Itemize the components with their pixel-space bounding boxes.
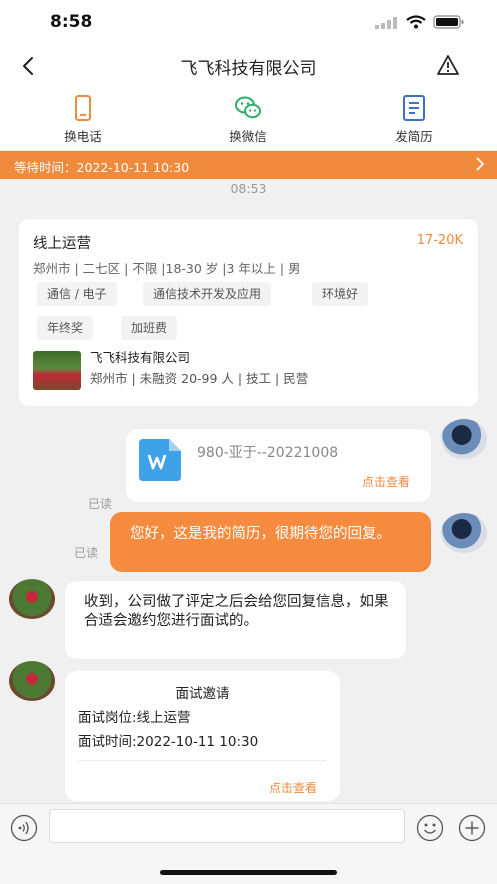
job-requirements: 郑州市 | 二七区 | 不限 |18-30 岁 |3 年以上 | 男 (33, 261, 301, 276)
company-name: 飞飞科技有限公司 (90, 350, 191, 365)
wait-time-text: 等待时间：2022-10-11 10:30 (14, 160, 190, 175)
interview-time: 面试时间:2022-10-11 10:30 (78, 734, 259, 750)
send-resume-label: 发简历 (395, 129, 433, 144)
read-receipt: 已读 (74, 546, 99, 560)
my-message-text: 您好，这是我的简历，很期待您的回复。 (130, 526, 391, 542)
message-timestamp: 08:53 (230, 181, 267, 196)
job-tag: 年终奖 (37, 316, 94, 340)
read-receipt: 已读 (88, 497, 113, 511)
battery-icon (433, 15, 464, 29)
job-tag: 加班费 (121, 316, 178, 340)
wait-time-bar[interactable]: 等待时间：2022-10-11 10:30 (0, 151, 497, 179)
my-avatar[interactable] (441, 419, 487, 459)
change-phone-label: 换电话 (64, 129, 102, 144)
company-message-text: 收到，公司做了评定之后会给您回复信息，如果合适会邀约您进行面试的。 (84, 594, 389, 629)
job-title: 线上运营 (33, 236, 91, 252)
resume-view-link[interactable]: 点击查看 (362, 473, 410, 490)
job-tag: 通信技术开发及应用 (143, 282, 272, 306)
emoji-icon[interactable] (416, 814, 444, 842)
company-avatar[interactable] (9, 661, 55, 701)
page-title: 飞飞科技有限公司 (180, 59, 317, 79)
phone-icon (75, 95, 91, 121)
wechat-icon (235, 96, 261, 119)
change-wechat-label: 换微信 (229, 129, 267, 144)
status-time: 8:58 (50, 12, 93, 32)
send-resume-button[interactable]: 发简历 (354, 94, 474, 145)
job-tag: 通信 / 电子 (37, 282, 117, 306)
my-avatar[interactable] (441, 513, 487, 553)
resume-file-name: 980-亚于--20221008 (197, 445, 339, 461)
chevron-right-icon (476, 157, 485, 171)
word-file-icon (139, 439, 181, 481)
job-salary: 17-20K (416, 233, 463, 248)
plus-icon[interactable] (458, 814, 486, 842)
message-input[interactable] (49, 809, 405, 843)
company-logo (33, 351, 81, 390)
home-indicator (160, 870, 337, 875)
signal-icon (375, 17, 397, 29)
change-wechat-button[interactable]: 换微信 (188, 94, 308, 145)
interview-position: 面试岗位:线上运营 (78, 710, 191, 726)
wifi-icon (406, 15, 426, 29)
change-phone-button[interactable]: 换电话 (23, 94, 143, 145)
resume-icon (403, 95, 425, 121)
company-info: 郑州市 | 未融资 20-99 人 | 技工 | 民营 (90, 371, 309, 386)
company-avatar[interactable] (9, 579, 55, 619)
job-tag: 环境好 (312, 282, 369, 306)
interview-view-link[interactable]: 点击查看 (269, 779, 317, 796)
voice-icon[interactable] (10, 814, 38, 842)
report-warning-icon[interactable] (436, 54, 460, 76)
interview-title: 面试邀请 (175, 686, 230, 702)
divider (78, 760, 326, 761)
